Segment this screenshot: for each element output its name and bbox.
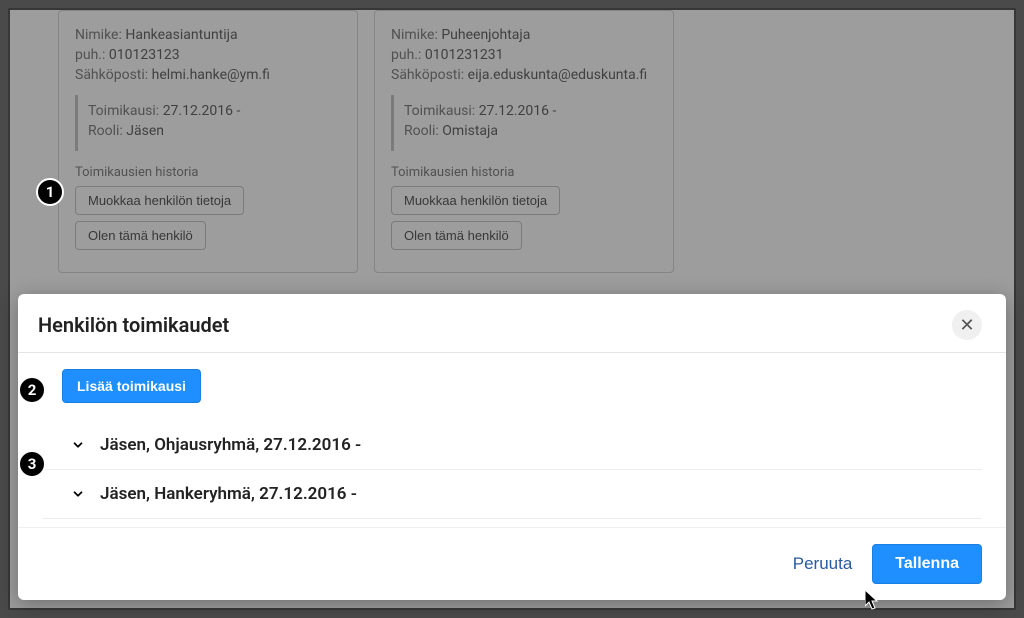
callout-badge-3: 3 [18,450,46,478]
term-box: Toimikausi: 27.12.2016 - Rooli: Omistaja [391,95,657,151]
i-am-this-person-button[interactable]: Olen tämä henkilö [391,221,522,250]
term-history-link[interactable]: Toimikausien historia [75,165,341,180]
term-row[interactable]: Jäsen, Hankeryhmä, 27.12.2016 - [42,470,982,519]
person-card: Nimike: Puheenjohtaja puh.: 0101231231 S… [374,10,674,273]
modal-close-button[interactable]: ✕ [952,310,982,340]
term-row[interactable]: Jäsen, Ohjausryhmä, 27.12.2016 - [42,421,982,470]
phone-label: puh.: [75,47,105,63]
add-term-button[interactable]: Lisää toimikausi [62,369,201,403]
i-am-this-person-button[interactable]: Olen tämä henkilö [75,221,206,250]
cursor-icon [865,590,881,610]
modal-title: Henkilön toimikaudet [38,313,229,337]
person-card: Nimike: Hankeasiantuntija puh.: 01012312… [58,10,358,273]
term-label: Toimikausi: [88,103,159,119]
role-label: Rooli: [404,123,439,139]
email-value: eija.eduskunta@eduskunta.fi [468,67,648,83]
term-row-text: Jäsen, Ohjausryhmä, 27.12.2016 - [100,435,361,455]
title-label: Nimike: [75,27,122,43]
role-value: Omistaja [442,123,498,139]
chevron-down-icon [70,437,86,453]
callout-badge-1: 1 [36,178,64,206]
callout-badge-2: 2 [18,376,46,404]
person-terms-modal: Henkilön toimikaudet ✕ Lisää toimikausi … [18,294,1006,600]
role-label: Rooli: [88,123,123,139]
chevron-down-icon [70,486,86,502]
edit-person-button[interactable]: Muokkaa henkilön tietoja [75,186,244,215]
phone-value: 0101231231 [425,47,504,63]
modal-header: Henkilön toimikaudet ✕ [18,294,1006,353]
term-box: Toimikausi: 27.12.2016 - Rooli: Jäsen [75,95,341,151]
edit-person-button[interactable]: Muokkaa henkilön tietoja [391,186,560,215]
term-label: Toimikausi: [404,103,475,119]
close-icon: ✕ [959,315,974,336]
email-label: Sähköposti: [391,67,464,83]
title-value: Puheenjohtaja [441,27,530,43]
term-history-link[interactable]: Toimikausien historia [391,165,657,180]
cancel-button[interactable]: Peruuta [793,554,853,574]
role-value: Jäsen [126,123,164,139]
phone-label: puh.: [391,47,421,63]
term-value: 27.12.2016 - [479,103,557,119]
term-row-text: Jäsen, Hankeryhmä, 27.12.2016 - [100,484,357,504]
phone-value: 010123123 [109,47,180,63]
modal-footer: Peruuta Tallenna [18,527,1006,600]
term-value: 27.12.2016 - [163,103,241,119]
title-label: Nimike: [391,27,438,43]
modal-body: Lisää toimikausi Jäsen, Ohjausryhmä, 27.… [18,353,1006,527]
title-value: Hankeasiantuntija [125,27,237,43]
email-label: Sähköposti: [75,67,148,83]
email-value: helmi.hanke@ym.fi [152,67,270,83]
save-button[interactable]: Tallenna [872,544,982,584]
person-cards-area: Nimike: Hankeasiantuntija puh.: 01012312… [10,10,1014,297]
